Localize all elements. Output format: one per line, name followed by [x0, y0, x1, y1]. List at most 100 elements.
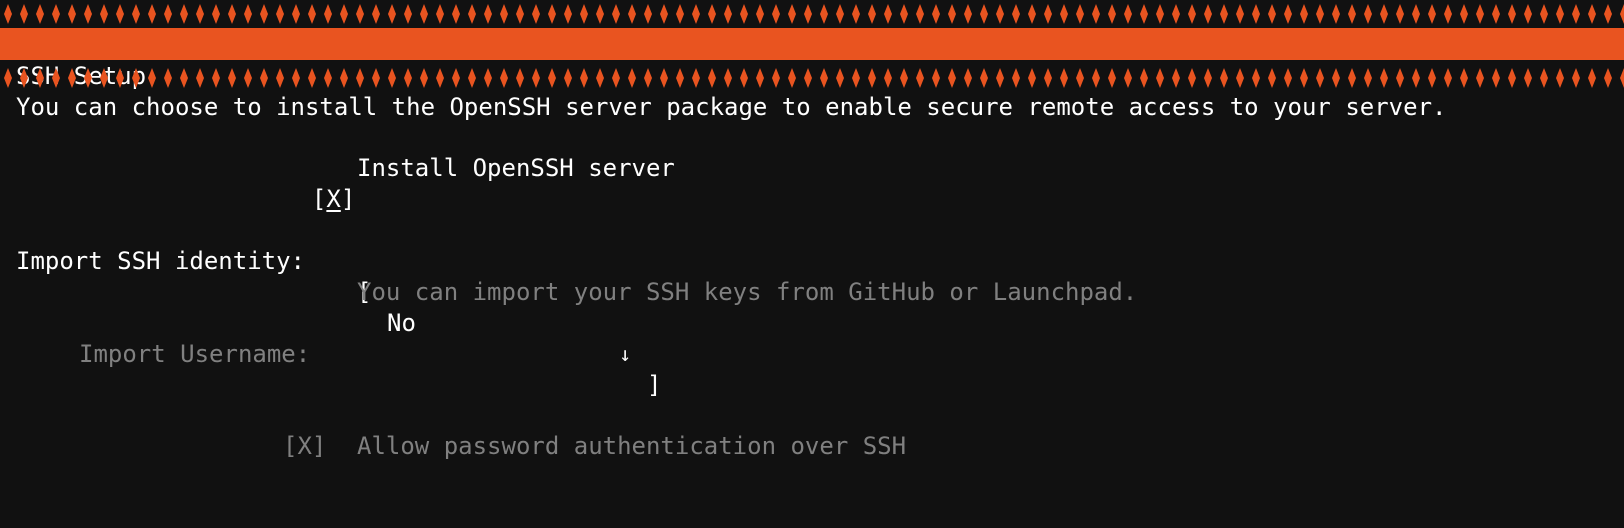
diamond-icon — [1348, 4, 1356, 24]
diamond-icon — [1332, 68, 1340, 88]
diamond-icon — [292, 4, 300, 24]
diamond-icon — [1604, 4, 1612, 24]
diamond-icon — [1012, 68, 1020, 88]
diamond-icon — [1076, 4, 1084, 24]
diamond-icon — [868, 68, 876, 88]
diamond-icon — [884, 68, 892, 88]
diamond-icon — [756, 68, 764, 88]
diamond-icon — [500, 4, 508, 24]
diamond-icon — [1460, 4, 1468, 24]
diamond-icon — [340, 4, 348, 24]
diamond-icon — [1524, 68, 1532, 88]
diamond-icon — [1108, 4, 1116, 24]
diamond-icon — [1620, 4, 1624, 24]
diamond-icon — [804, 68, 812, 88]
diamond-icon — [820, 4, 828, 24]
diamond-icon — [452, 68, 460, 88]
diamond-icon — [1092, 4, 1100, 24]
header-border-top — [0, 0, 1624, 31]
diamond-icon — [180, 4, 188, 24]
header-border-bottom — [0, 64, 1624, 95]
diamond-icon — [468, 68, 476, 88]
diamond-icon — [372, 68, 380, 88]
install-openssh-label[interactable]: Install OpenSSH server — [357, 153, 675, 184]
diamond-icon — [612, 4, 620, 24]
diamond-icon — [548, 68, 556, 88]
diamond-icon — [1620, 68, 1624, 88]
diamond-icon — [420, 68, 428, 88]
diamond-icon — [228, 4, 236, 24]
diamond-icon — [1380, 68, 1388, 88]
install-openssh-checkbox[interactable]: [X] — [283, 153, 355, 215]
diamond-icon — [1444, 4, 1452, 24]
import-ssh-identity-select[interactable]: [ No ↓ ] — [357, 246, 667, 399]
diamond-icon — [1604, 68, 1612, 88]
diamond-icon — [244, 4, 252, 24]
diamond-icon — [1412, 68, 1420, 88]
diamond-icon — [948, 4, 956, 24]
diamond-icon — [644, 4, 652, 24]
diamond-icon — [1060, 4, 1068, 24]
diamond-icon — [1220, 4, 1228, 24]
diamond-icon — [1044, 4, 1052, 24]
diamond-icon — [532, 68, 540, 88]
import-ssh-identity-help: You can import your SSH keys from GitHub… — [357, 278, 1138, 306]
diamond-icon — [196, 68, 204, 88]
diamond-icon — [1508, 68, 1516, 88]
diamond-icon — [468, 4, 476, 24]
diamond-icon — [244, 68, 252, 88]
diamond-icon — [964, 4, 972, 24]
diamond-icon — [916, 4, 924, 24]
diamond-icon — [740, 4, 748, 24]
diamond-icon — [1396, 4, 1404, 24]
diamond-icon — [628, 68, 636, 88]
diamond-icon — [1204, 68, 1212, 88]
diamond-icon — [180, 68, 188, 88]
diamond-icon — [1460, 68, 1468, 88]
diamond-icon — [1092, 68, 1100, 88]
diamond-icon — [20, 4, 28, 24]
diamond-icon — [324, 4, 332, 24]
password-auth-checkbox[interactable]: [X] — [283, 431, 326, 462]
diamond-icon — [932, 68, 940, 88]
diamond-icon — [580, 4, 588, 24]
diamond-icon — [404, 68, 412, 88]
diamond-icon — [1332, 4, 1340, 24]
check-mark-icon: X — [326, 185, 341, 213]
diamond-icon — [996, 4, 1004, 24]
diamond-icon — [516, 4, 524, 24]
select-value: No — [387, 309, 416, 337]
diamond-icon — [372, 4, 380, 24]
diamond-icon — [1348, 68, 1356, 88]
diamond-icon — [1124, 68, 1132, 88]
diamond-icon — [1156, 4, 1164, 24]
diamond-icon — [84, 4, 92, 24]
diamond-icon — [356, 68, 364, 88]
diamond-icon — [1188, 68, 1196, 88]
diamond-icon — [164, 68, 172, 88]
diamond-icon — [1220, 68, 1228, 88]
diamond-icon — [628, 4, 636, 24]
diamond-icon — [196, 4, 204, 24]
diamond-icon — [148, 68, 156, 88]
diamond-icon — [1396, 68, 1404, 88]
diamond-icon — [4, 4, 12, 24]
diamond-icon — [1268, 4, 1276, 24]
diamond-icon — [436, 68, 444, 88]
diamond-icon — [436, 4, 444, 24]
diamond-icon — [1476, 4, 1484, 24]
diamond-icon — [292, 68, 300, 88]
diamond-icon — [1236, 68, 1244, 88]
diamond-icon — [916, 68, 924, 88]
checkbox-close-bracket: ] — [340, 185, 356, 213]
diamond-icon — [404, 4, 412, 24]
diamond-icon — [1300, 68, 1308, 88]
diamond-icon — [1060, 68, 1068, 88]
diamond-icon — [1444, 68, 1452, 88]
diamond-icon — [116, 68, 124, 88]
diamond-icon — [660, 4, 668, 24]
diamond-icon — [1572, 4, 1580, 24]
diamond-icon — [1588, 4, 1596, 24]
import-username-input[interactable] — [357, 339, 957, 370]
diamond-icon — [996, 68, 1004, 88]
